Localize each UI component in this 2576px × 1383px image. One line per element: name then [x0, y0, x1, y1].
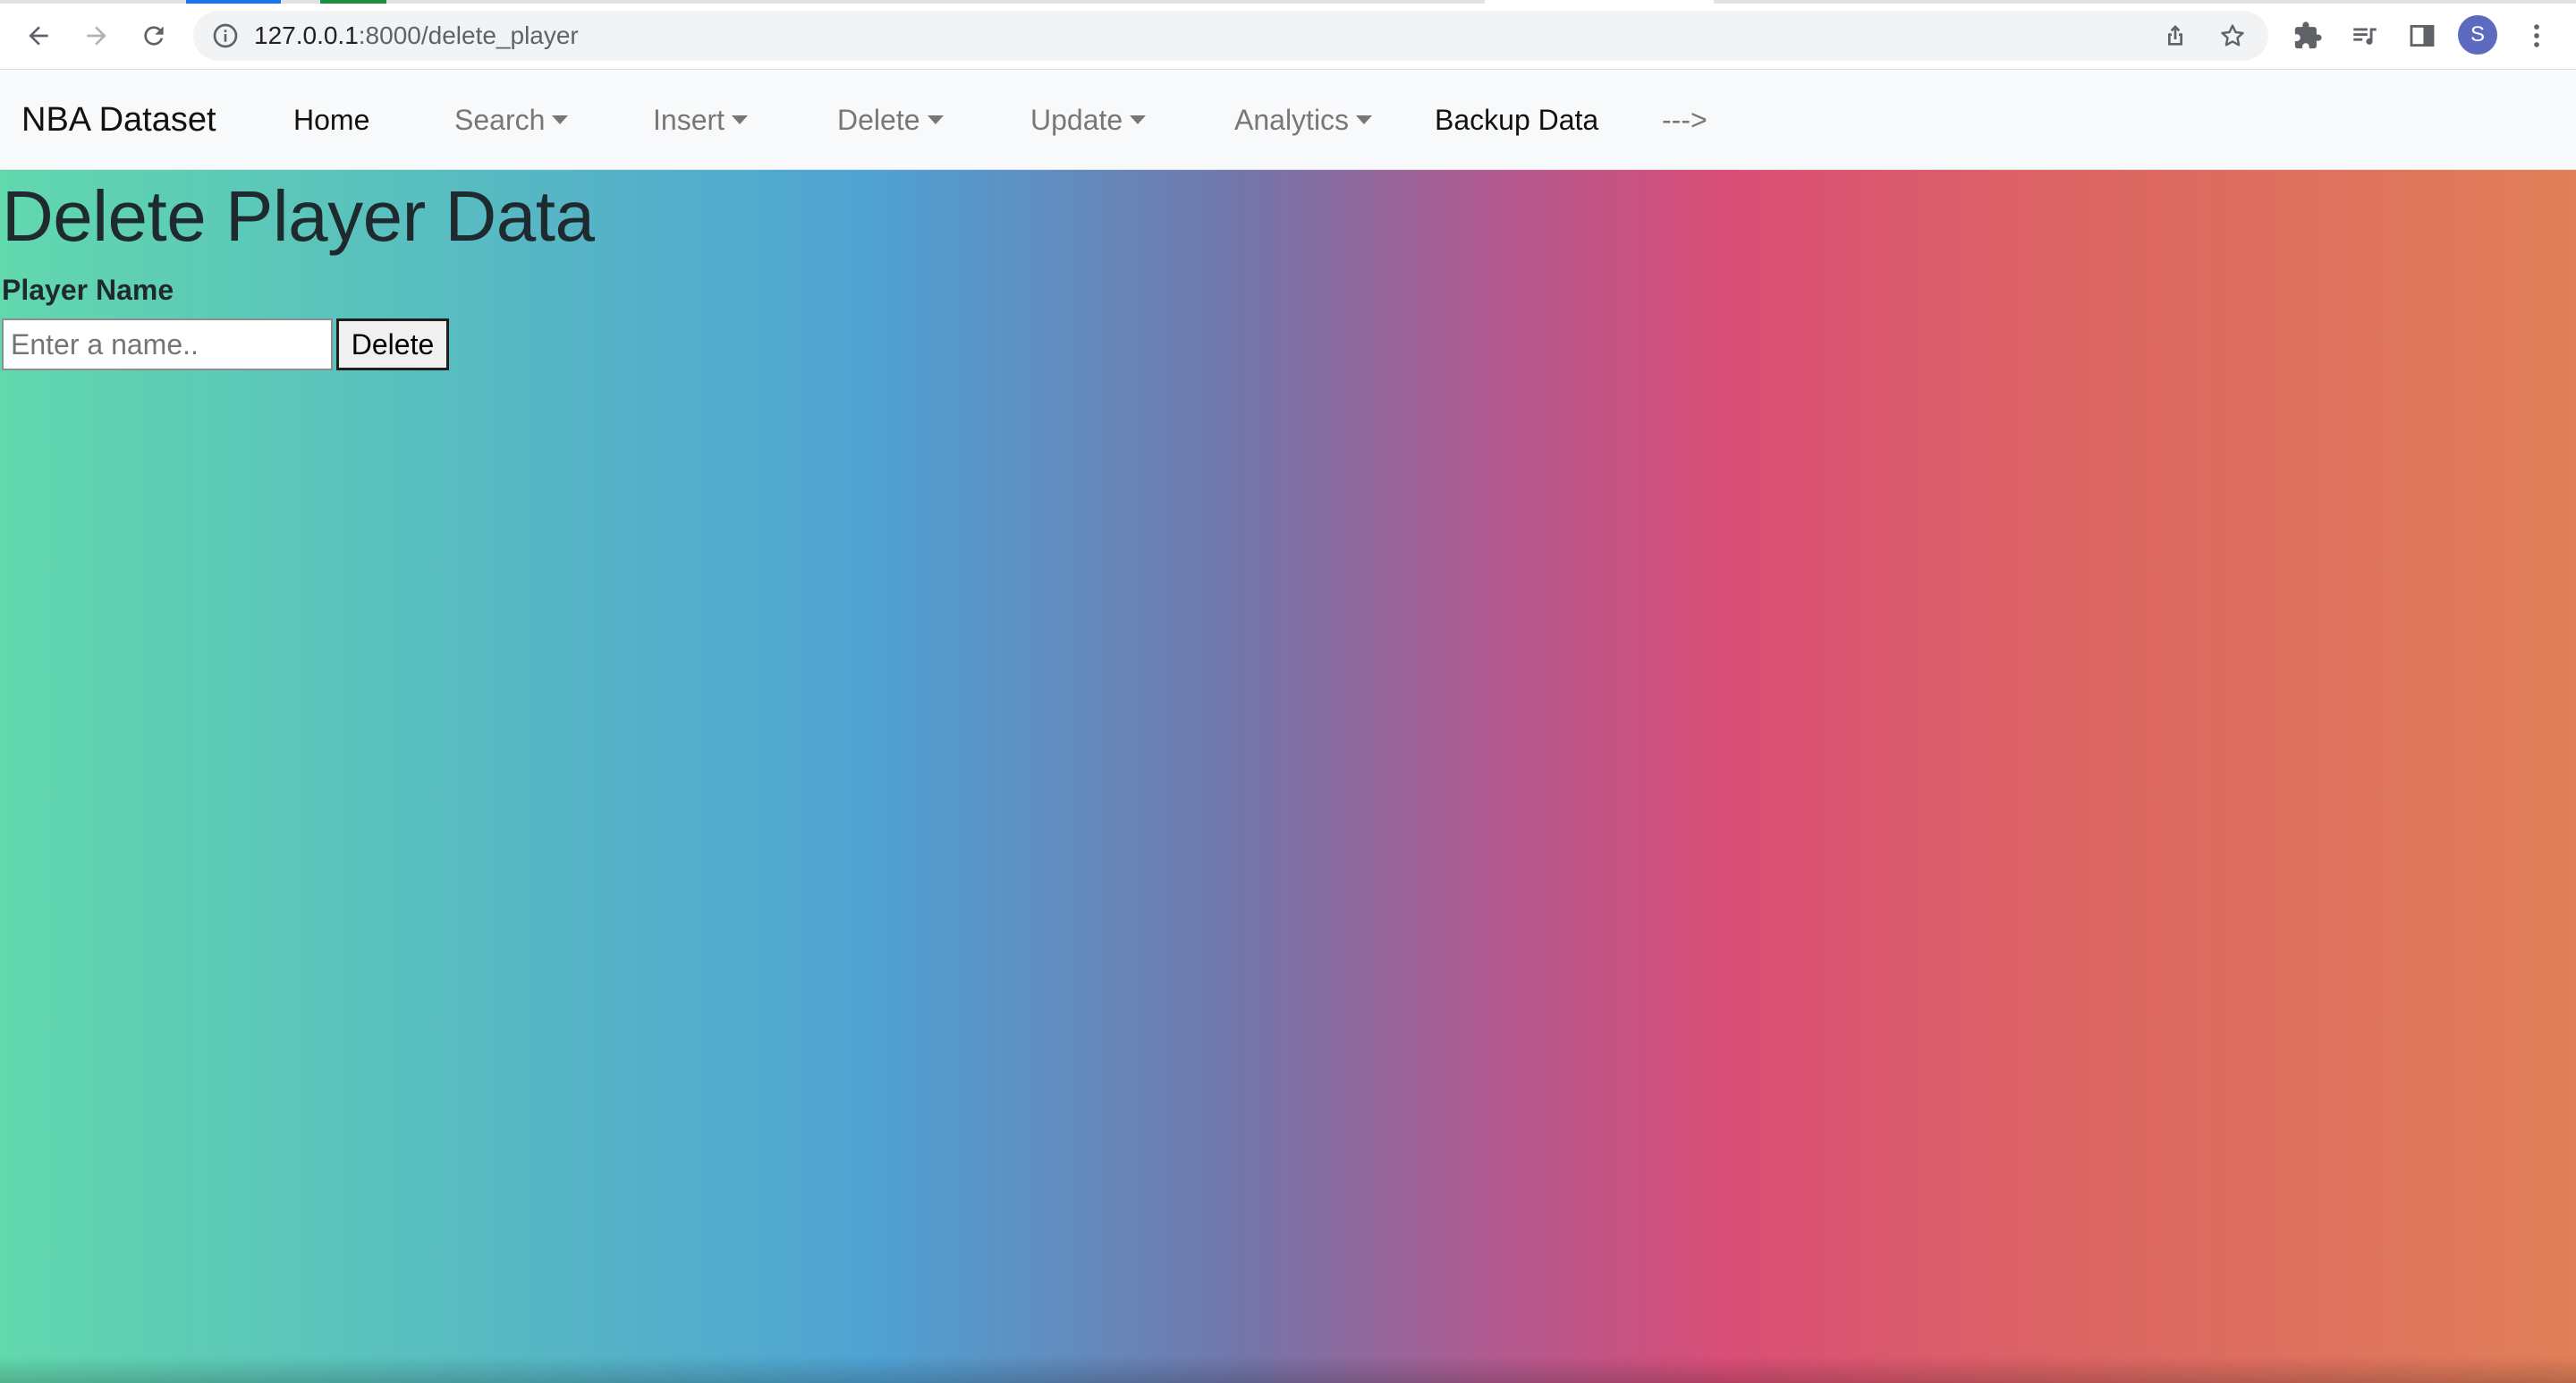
nav-dropdown-delete[interactable]: Delete: [837, 70, 944, 170]
nav-link-backup-data[interactable]: Backup Data: [1435, 70, 1598, 170]
media-controls-button[interactable]: [2343, 14, 2386, 57]
tab-indicator-blue: [186, 0, 281, 4]
delete-button[interactable]: Delete: [336, 318, 449, 370]
puzzle-icon: [2294, 21, 2322, 49]
browser-menu-button[interactable]: [2515, 14, 2558, 57]
caret-down-icon: [732, 115, 749, 124]
bookmark-button[interactable]: [2215, 21, 2250, 50]
url-host: 127.0.0.1: [254, 21, 359, 49]
side-panel-button[interactable]: [2401, 14, 2444, 57]
media-playlist-icon: [2353, 28, 2377, 45]
extensions-button[interactable]: [2286, 14, 2329, 57]
main-content: Delete Player Data Player Name Delete: [0, 170, 2576, 1383]
share-button[interactable]: [2157, 21, 2193, 50]
nav-dropdown-insert[interactable]: Insert: [653, 70, 749, 170]
site-navbar: NBA Dataset Home Search Insert Delete Up…: [0, 70, 2576, 170]
arrow-right-icon: [87, 26, 106, 46]
star-icon: [2221, 24, 2244, 47]
caret-down-icon: [1130, 115, 1147, 124]
active-tab-edge: [1485, 0, 1714, 4]
nav-dropdown-search[interactable]: Search: [454, 70, 569, 170]
url-text[interactable]: 127.0.0.1:8000/delete_player: [254, 11, 579, 61]
nav-dropdown-insert-label: Insert: [653, 104, 725, 136]
reload-button[interactable]: [131, 14, 177, 57]
reload-icon: [144, 26, 164, 46]
nav-link-home[interactable]: Home: [293, 70, 369, 170]
share-icon: [2168, 25, 2182, 46]
nav-dropdown-delete-label: Delete: [837, 104, 920, 136]
profile-avatar[interactable]: S: [2458, 15, 2497, 55]
caret-down-icon: [552, 115, 569, 124]
forward-button[interactable]: [73, 14, 120, 57]
caret-down-icon: [1356, 115, 1373, 124]
tab-indicator-green: [320, 0, 386, 4]
address-bar[interactable]: 127.0.0.1:8000/delete_player: [193, 11, 2268, 61]
url-path: :8000/delete_player: [358, 21, 579, 49]
player-name-input[interactable]: [2, 318, 333, 370]
nav-link-arrow[interactable]: --->: [1662, 70, 1707, 170]
browser-toolbar: 127.0.0.1:8000/delete_player S: [0, 0, 2576, 70]
info-icon[interactable]: [211, 21, 240, 50]
caret-down-icon: [927, 115, 944, 124]
kebab-menu-icon: [2534, 24, 2539, 47]
arrow-left-icon: [29, 26, 48, 46]
player-name-label: Player Name: [2, 274, 174, 306]
back-button[interactable]: [15, 14, 62, 57]
nav-dropdown-update-label: Update: [1030, 104, 1123, 136]
nav-dropdown-update[interactable]: Update: [1030, 70, 1147, 170]
navbar-brand[interactable]: NBA Dataset: [21, 70, 216, 170]
page-title: Delete Player Data: [2, 176, 595, 256]
nav-dropdown-analytics[interactable]: Analytics: [1234, 70, 1373, 170]
tab-strip: [0, 0, 2576, 4]
nav-dropdown-search-label: Search: [454, 104, 546, 136]
side-panel-icon: [2410, 24, 2435, 47]
nav-dropdown-analytics-label: Analytics: [1234, 104, 1350, 136]
